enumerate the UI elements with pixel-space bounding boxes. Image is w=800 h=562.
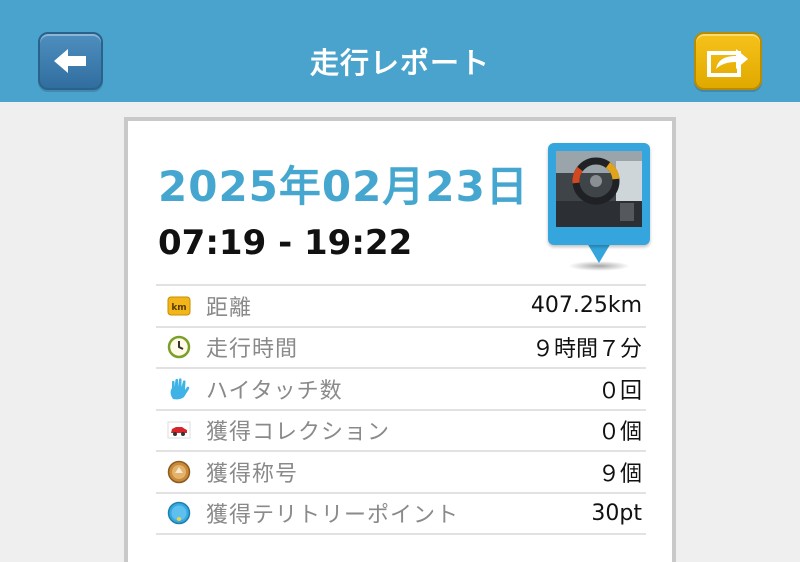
stat-label: 距離 xyxy=(206,295,253,321)
stats-list: km 距離 407.25km 走行時間 ９時間７分 ハイタッチ数 ０回 獲得コレ… xyxy=(156,284,646,535)
stat-label: 獲得称号 xyxy=(206,461,299,487)
stat-row-high-touch: ハイタッチ数 ０回 xyxy=(156,369,646,411)
stat-label: 獲得テリトリーポイント xyxy=(206,503,460,529)
spot-icon xyxy=(166,500,192,526)
report-time-range: 07:19 - 19:22 xyxy=(158,223,413,263)
stat-value: ０個 xyxy=(597,420,642,446)
stat-value: ０回 xyxy=(597,378,642,404)
km-icon: km xyxy=(166,293,192,319)
car-icon xyxy=(166,417,192,443)
stat-label: ハイタッチ数 xyxy=(206,378,343,404)
stat-value: ９時間７分 xyxy=(531,337,642,363)
stat-label: 走行時間 xyxy=(206,337,299,363)
report-date: 2025年02月23日 xyxy=(158,162,529,211)
stat-value: ９個 xyxy=(597,461,642,487)
stat-row-titles: 獲得称号 ９個 xyxy=(156,452,646,494)
stat-label: 獲得コレクション xyxy=(206,420,391,446)
share-icon xyxy=(707,49,748,77)
report-card: 2025年02月23日 07:19 - 19:22 km 距離 407.25km… xyxy=(124,117,676,562)
photo-pin[interactable] xyxy=(548,143,650,273)
pin-frame xyxy=(548,143,650,245)
stat-row-drive-time: 走行時間 ９時間７分 xyxy=(156,328,646,369)
svg-text:km: km xyxy=(171,303,186,313)
hand-icon xyxy=(166,376,192,402)
stat-row-collection: 獲得コレクション ０個 xyxy=(156,411,646,452)
car-interior-photo xyxy=(556,151,642,227)
stat-row-territory-points: 獲得テリトリーポイント 30pt xyxy=(156,494,646,535)
stat-row-distance: km 距離 407.25km xyxy=(156,286,646,328)
medal-icon xyxy=(166,459,192,485)
clock-icon xyxy=(166,334,192,360)
header-bar: 走行レポート xyxy=(0,0,800,102)
stat-value: 407.25km xyxy=(530,293,642,319)
page-title: 走行レポート xyxy=(309,46,490,80)
stat-value: 30pt xyxy=(591,500,642,526)
share-button[interactable] xyxy=(694,32,762,90)
pin-tip xyxy=(587,243,611,263)
